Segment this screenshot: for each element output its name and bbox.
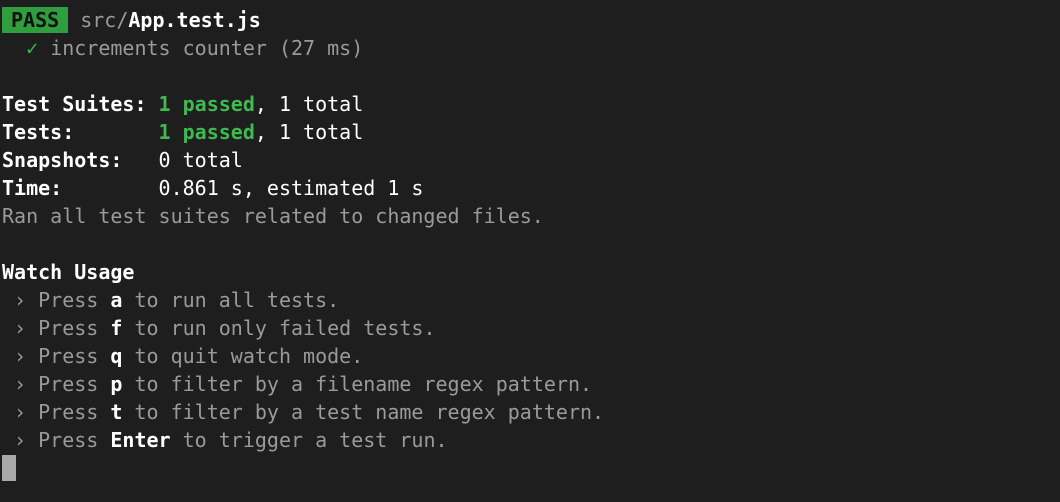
summary-snapshots-value: 0 total — [158, 148, 243, 172]
watch-item-key: f — [110, 316, 123, 340]
watch-item-suffix: to run only failed tests. — [122, 316, 436, 340]
watch-item-prefix: › Press — [2, 400, 111, 424]
summary-snapshots-label: Snapshots: — [2, 148, 123, 172]
test-file-name: App.test.js — [128, 8, 261, 32]
summary-tests: Tests: 1 passed, 1 total — [2, 118, 363, 146]
summary-time-label: Time: — [2, 176, 63, 200]
watch-item-prefix: › Press — [2, 288, 111, 312]
watch-item-suffix: to run all tests. — [122, 288, 340, 312]
summary-tests-passed: 1 passed — [158, 120, 255, 144]
test-result-name: increments counter (27 ms) — [50, 36, 364, 60]
watch-usage-item: › Press a to run all tests. — [2, 286, 339, 314]
summary-tests-label: Tests: — [2, 120, 75, 144]
watch-item-suffix: to quit watch mode. — [122, 344, 364, 368]
watch-usage-item: › Press t to filter by a test name regex… — [2, 398, 604, 426]
check-icon: ✓ — [26, 36, 39, 60]
watch-usage-item: › Press q to quit watch mode. — [2, 342, 363, 370]
watch-item-suffix: to filter by a test name regex pattern. — [122, 400, 605, 424]
summary-suites-total: , 1 total — [254, 92, 364, 116]
summary-suites-label: Test Suites: — [2, 92, 147, 116]
watch-item-key: t — [110, 400, 123, 424]
watch-item-prefix: › Press — [2, 372, 111, 396]
watch-item-prefix: › Press — [2, 316, 111, 340]
summary-tests-total: , 1 total — [254, 120, 364, 144]
watch-item-key: a — [110, 288, 123, 312]
summary-suites: Test Suites: 1 passed, 1 total — [2, 90, 363, 118]
watch-usage-title: Watch Usage — [2, 260, 135, 284]
watch-item-prefix: › Press — [2, 428, 111, 452]
terminal-window[interactable]: PASS src/App.test.js ✓ increments counte… — [0, 0, 1060, 502]
watch-item-suffix: to filter by a filename regex pattern. — [122, 372, 593, 396]
watch-item-prefix: › Press — [2, 344, 111, 368]
test-result-row: ✓ increments counter (27 ms) — [2, 34, 363, 62]
test-file-dir: src/ — [80, 8, 129, 32]
summary-time-value: 0.861 s, estimated 1 s — [158, 176, 424, 200]
terminal-cursor[interactable] — [2, 455, 16, 481]
watch-item-suffix: to trigger a test run. — [170, 428, 448, 452]
watch-usage-item: › Press f to run only failed tests. — [2, 314, 436, 342]
test-file-header: PASS src/App.test.js — [2, 6, 261, 34]
summary-time: Time: 0.861 s, estimated 1 s — [2, 174, 423, 202]
summary-suites-passed: 1 passed — [158, 92, 255, 116]
pass-badge: PASS — [2, 7, 69, 33]
summary-snapshots: Snapshots: 0 total — [2, 146, 243, 174]
watch-item-key: q — [110, 344, 123, 368]
summary-note: Ran all test suites related to changed f… — [2, 204, 544, 228]
watch-item-key: Enter — [110, 428, 171, 452]
watch-usage-item: › Press p to filter by a filename regex … — [2, 370, 592, 398]
watch-usage-item: › Press Enter to trigger a test run. — [2, 426, 448, 454]
watch-item-key: p — [110, 372, 123, 396]
